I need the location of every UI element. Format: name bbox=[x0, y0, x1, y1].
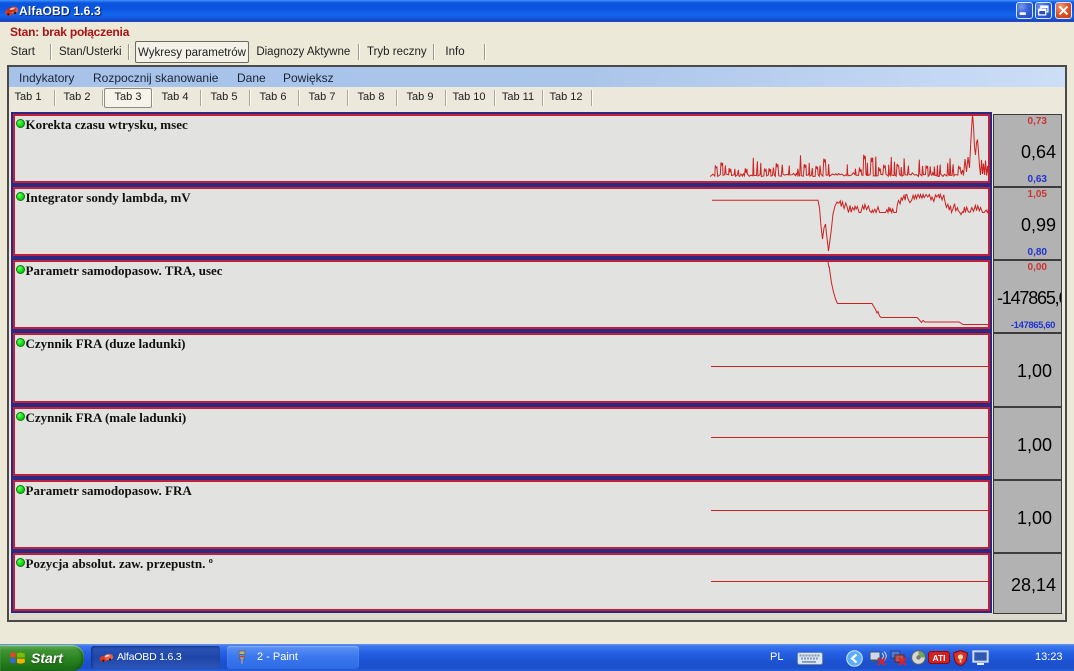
svg-text:ATI: ATI bbox=[932, 653, 945, 663]
